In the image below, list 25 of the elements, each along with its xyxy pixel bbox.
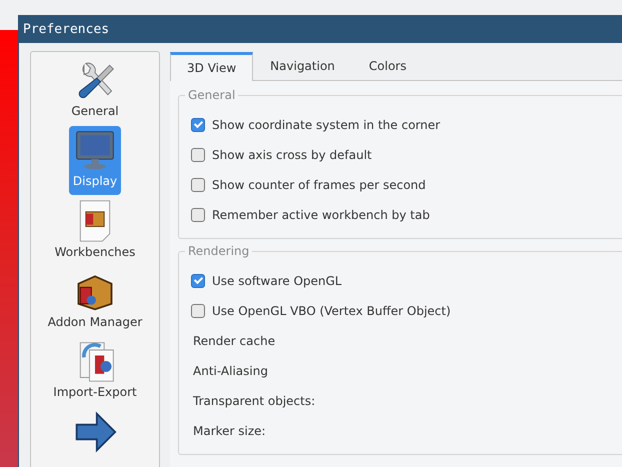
setting-label: Marker size: — [193, 424, 266, 438]
setting-label: Anti-Aliasing — [193, 364, 268, 378]
window-title: Preferences — [23, 22, 110, 36]
checkbox[interactable] — [191, 208, 205, 222]
checkbox[interactable] — [191, 148, 205, 162]
checkbox[interactable] — [191, 178, 205, 192]
checkbox[interactable] — [191, 274, 205, 288]
checkbox[interactable] — [191, 304, 205, 318]
group-title: Rendering — [185, 244, 252, 258]
checkbox-label: Use OpenGL VBO (Vertex Buffer Object) — [212, 304, 451, 318]
checkbox-label: Remember active workbench by tab — [212, 208, 430, 222]
checkbox-label: Show coordinate system in the corner — [212, 118, 440, 132]
sidebar-item[interactable]: General — [67, 56, 123, 124]
checkbox-label: Show counter of frames per second — [212, 178, 426, 192]
setting-label: Transparent objects: — [193, 394, 316, 408]
sidebar-item[interactable]: Import-Export — [49, 337, 141, 406]
setting-label: Render cache — [193, 334, 276, 348]
sidebar-item[interactable]: Workbenches — [50, 196, 140, 265]
group-title: General — [185, 88, 238, 102]
arrow-icon — [73, 410, 117, 454]
checkbox-label: Show axis cross by default — [212, 148, 372, 162]
checkbox[interactable] — [191, 118, 205, 132]
sidebar-item[interactable]: Addon Manager — [44, 266, 146, 336]
checkbox-label: Use software OpenGL — [212, 274, 342, 288]
tab[interactable]: 3D View — [170, 52, 254, 81]
